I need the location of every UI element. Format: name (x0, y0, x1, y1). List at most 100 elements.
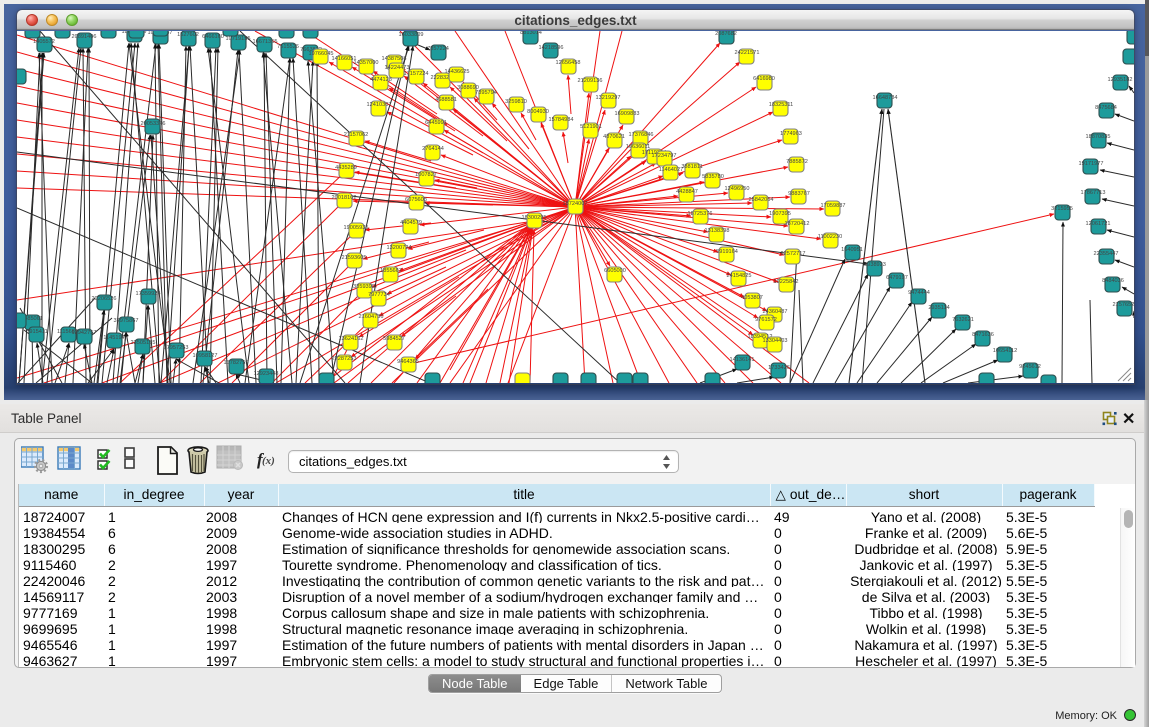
svg-text:6466160: 6466160 (202, 34, 224, 40)
svg-text:12935182: 12935182 (1108, 77, 1133, 83)
svg-text:3881811: 3881811 (681, 164, 702, 170)
svg-text:6075608: 6075608 (405, 197, 427, 203)
svg-text:24360487: 24360487 (763, 309, 788, 315)
svg-text:8475684: 8475684 (1095, 105, 1117, 111)
svg-text:24154825: 24154825 (727, 273, 752, 279)
svg-text:6605000: 6605000 (604, 268, 626, 274)
svg-text:9245612: 9245612 (1019, 364, 1041, 370)
svg-text:8471636: 8471636 (972, 332, 994, 338)
svg-text:17376846: 17376846 (629, 132, 654, 138)
svg-text:19005935: 19005935 (344, 225, 369, 231)
svg-text:18720412: 18720412 (785, 221, 810, 227)
svg-text:8484036: 8484036 (1102, 278, 1124, 284)
svg-text:20018102: 20018102 (332, 195, 357, 201)
svg-text:19766045: 19766045 (309, 51, 334, 57)
svg-text:4428847: 4428847 (676, 189, 698, 195)
svg-text:20053346: 20053346 (141, 121, 166, 127)
svg-text:7885872: 7885872 (786, 159, 808, 165)
svg-text:17867713: 17867713 (1081, 190, 1106, 196)
svg-text:5835780: 5835780 (702, 174, 724, 180)
svg-text:10719155: 10719155 (226, 36, 251, 42)
svg-text:16033809: 16033809 (399, 32, 424, 38)
svg-text:(x): (x) (262, 455, 275, 467)
svg-text:4870621: 4870621 (603, 134, 625, 140)
svg-text:22572717: 22572717 (781, 251, 806, 257)
svg-text:17157224: 17157224 (404, 71, 429, 77)
svg-text:14136141: 14136141 (730, 357, 755, 363)
svg-text:4474128: 4474128 (370, 77, 392, 83)
svg-text:17359924: 17359924 (136, 291, 161, 297)
svg-text:1774963: 1774963 (780, 131, 802, 137)
svg-text:2087682: 2087682 (715, 31, 737, 37)
svg-text:14387508: 14387508 (382, 56, 407, 62)
svg-text:1640951: 1640951 (841, 247, 863, 253)
svg-text:8938923: 8938923 (864, 262, 886, 268)
svg-text:6416980: 6416980 (753, 76, 775, 82)
svg-text:13219297: 13219297 (596, 95, 621, 101)
svg-text:20206526: 20206526 (92, 296, 117, 302)
svg-text:9464365: 9464365 (397, 359, 419, 365)
svg-text:11464027: 11464027 (659, 167, 683, 173)
svg-text:22355447: 22355447 (1094, 251, 1119, 257)
svg-text:7515526: 7515526 (277, 44, 299, 50)
svg-text:1145194: 1145194 (103, 335, 124, 341)
svg-text:18870835: 18870835 (1086, 134, 1111, 140)
svg-text:9761572: 9761572 (755, 317, 777, 323)
svg-text:12942757: 12942757 (72, 330, 97, 336)
svg-text:17234797: 17234797 (652, 153, 677, 159)
svg-text:17059887: 17059887 (821, 203, 846, 209)
svg-text:1007827: 1007827 (415, 172, 437, 178)
svg-text:4435289: 4435289 (335, 165, 357, 171)
svg-text:16648784: 16648784 (873, 95, 898, 101)
svg-text:3259810: 3259810 (505, 99, 527, 105)
svg-text:19225842: 19225842 (774, 279, 799, 285)
svg-text:7977734: 7977734 (368, 292, 390, 298)
svg-text:21593605: 21593605 (342, 255, 367, 261)
svg-text:4404579: 4404579 (400, 220, 422, 226)
svg-text:12656458: 12656458 (556, 60, 581, 66)
svg-text:18725376: 18725376 (688, 211, 713, 217)
svg-text:14357000: 14357000 (354, 60, 379, 66)
svg-text:6479197: 6479197 (886, 275, 908, 281)
svg-text:22287253: 22287253 (332, 356, 357, 362)
svg-text:13200724: 13200724 (387, 245, 412, 251)
svg-text:10654112: 10654112 (993, 348, 1017, 354)
svg-text:21604736: 21604736 (359, 314, 384, 320)
svg-text:7395794: 7395794 (475, 90, 497, 96)
svg-text:23505135: 23505135 (131, 340, 156, 346)
svg-text:13624162: 13624162 (339, 336, 364, 342)
svg-text:8813014: 8813014 (520, 31, 542, 36)
svg-text:12061721: 12061721 (1086, 221, 1111, 227)
svg-text:24221571: 24221571 (735, 50, 760, 56)
svg-text:16909883: 16909883 (615, 111, 640, 117)
svg-text:4688581: 4688581 (435, 97, 457, 103)
svg-text:18325311: 18325311 (769, 102, 793, 108)
svg-text:1405572: 1405572 (33, 39, 55, 45)
svg-text:6445991: 6445991 (425, 120, 447, 126)
svg-text:10958127: 10958127 (193, 353, 218, 359)
svg-text:21576524: 21576524 (1113, 302, 1134, 308)
svg-text:21209136: 21209136 (578, 78, 603, 84)
svg-text:2764144: 2764144 (422, 146, 444, 152)
svg-text:9474444: 9474444 (908, 290, 930, 296)
svg-text:18300295: 18300295 (522, 215, 547, 221)
svg-text:1527602: 1527602 (177, 32, 199, 38)
svg-text:13304403: 13304403 (763, 338, 788, 344)
svg-text:13138398: 13138398 (705, 228, 730, 234)
svg-text:15784984: 15784984 (549, 117, 574, 123)
svg-text:3915411: 3915411 (26, 329, 47, 335)
svg-text:4053807: 4053807 (741, 295, 763, 301)
svg-text:20891406: 20891406 (72, 34, 97, 40)
svg-text:8004930: 8004930 (527, 109, 549, 115)
svg-text:1733426: 1733426 (768, 365, 790, 371)
svg-text:16782759: 16782759 (224, 360, 249, 366)
svg-text:11002230: 11002230 (818, 234, 842, 240)
svg-text:32975867: 32975867 (114, 318, 139, 324)
svg-text:3359399: 3359399 (353, 284, 375, 290)
svg-text:9883767: 9883767 (788, 191, 810, 197)
svg-text:19171977: 19171977 (1079, 161, 1104, 167)
svg-text:12923448: 12923448 (254, 371, 279, 377)
svg-text:14218596: 14218596 (539, 45, 564, 51)
svg-text:2935114: 2935114 (928, 305, 949, 311)
svg-text:14436625: 14436625 (445, 69, 470, 75)
